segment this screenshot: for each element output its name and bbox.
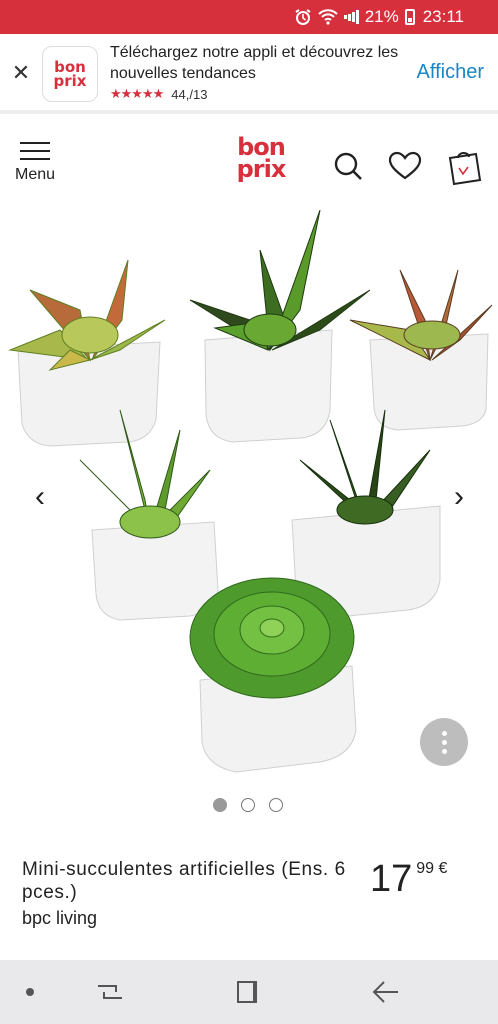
status-bar: 21% 23:11 xyxy=(0,0,498,34)
chevron-left-icon[interactable]: ‹ xyxy=(28,482,52,512)
recent-apps-icon[interactable] xyxy=(94,976,126,1008)
menu-button[interactable]: Menu xyxy=(12,142,58,190)
product-title: Mini-succulentes artificielles (Ens. 6 p… xyxy=(22,859,346,903)
battery-icon xyxy=(404,9,415,25)
more-vertical-icon[interactable] xyxy=(420,718,468,766)
carousel-dot-2[interactable] xyxy=(241,798,255,812)
chevron-right-icon[interactable]: › xyxy=(447,482,471,512)
overview-icon[interactable] xyxy=(232,976,264,1008)
search-icon[interactable] xyxy=(330,146,368,186)
android-nav-bar xyxy=(0,960,498,1024)
product-price: 17 99 € xyxy=(370,858,447,900)
battery-percent: 21% xyxy=(364,7,399,26)
signal-icon xyxy=(343,10,359,24)
clock: 23:11 xyxy=(422,7,464,26)
home-dot-icon[interactable] xyxy=(22,976,38,1008)
product-image xyxy=(8,210,493,773)
carousel-dot-1[interactable] xyxy=(213,798,227,812)
rating-stars: ★★★★★ xyxy=(110,86,164,101)
product-brand[interactable]: bpc living xyxy=(22,908,97,929)
carousel-dots xyxy=(213,798,283,812)
carousel-dot-3[interactable] xyxy=(269,798,283,812)
price-main: 17 xyxy=(370,858,413,900)
site-header: Menu bon prix xyxy=(0,118,498,210)
banner-text: Téléchargez notre appli et découvrez les… xyxy=(110,44,399,82)
screen: 21% 23:11 ✕ bon prix Téléchargez notre a… xyxy=(0,0,498,1024)
app-rating: ★★★★★ 44,/13 xyxy=(110,86,207,102)
heart-icon[interactable] xyxy=(386,146,424,186)
show-app-button[interactable]: Afficher xyxy=(417,61,484,84)
app-install-banner: ✕ bon prix Téléchargez notre appli et dé… xyxy=(0,34,498,114)
back-icon[interactable] xyxy=(370,976,402,1008)
alarm-icon xyxy=(294,8,312,26)
brand-logo[interactable]: bon prix xyxy=(226,135,296,186)
price-cents: 99 € xyxy=(416,860,448,877)
wifi-icon xyxy=(317,9,338,25)
app-logo: bon prix xyxy=(42,46,98,102)
rating-value: 44,/13 xyxy=(171,86,208,102)
product-info: Mini-succulentes artificielles (Ens. 6 p… xyxy=(0,850,498,950)
close-icon[interactable]: ✕ xyxy=(10,62,32,84)
product-image-gallery[interactable]: ‹ › xyxy=(0,210,498,820)
menu-label: Menu xyxy=(14,166,56,183)
menu-icon xyxy=(20,142,50,160)
bag-icon[interactable] xyxy=(446,146,484,186)
